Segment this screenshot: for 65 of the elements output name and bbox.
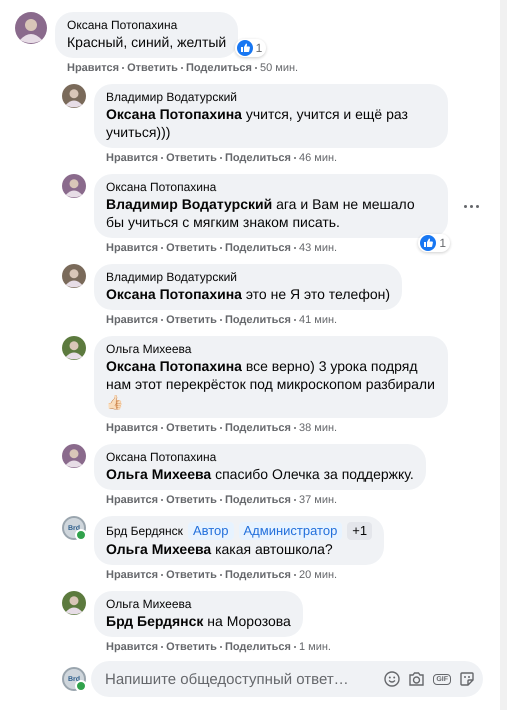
author-name[interactable]: Оксана Потопахина xyxy=(106,180,216,195)
action-link[interactable]: Поделиться xyxy=(224,152,291,164)
author-name[interactable]: Оксана Потопахина xyxy=(106,450,216,465)
action-link[interactable]: Поделиться xyxy=(224,314,291,326)
comment-time[interactable]: 50 мин. xyxy=(260,62,298,74)
avatar-icon[interactable] xyxy=(62,336,86,360)
comment-time[interactable]: 43 мин. xyxy=(298,242,338,254)
comment-text: Оксана Потопахина это не Я это телефон) xyxy=(106,285,390,303)
action-link[interactable]: Ответить xyxy=(166,314,217,326)
action-link[interactable]: Нравится xyxy=(106,494,158,506)
like-icon xyxy=(420,235,436,251)
action-link[interactable]: Поделиться xyxy=(186,62,252,74)
action-link[interactable]: Ответить xyxy=(166,494,217,506)
author-name[interactable]: Ольга Михеева xyxy=(106,342,192,357)
comment-text: Красный, синий, желтый xyxy=(67,33,226,51)
action-link[interactable]: Поделиться xyxy=(224,494,291,506)
avatar-icon[interactable] xyxy=(62,84,86,108)
avatar-icon[interactable] xyxy=(15,12,47,44)
comment-text: Ольга Михеева спасибо Олечка за поддержку. xyxy=(106,465,414,483)
action-link[interactable]: Нравится xyxy=(106,152,158,164)
comment-text: Оксана Потопахина все верно) 3 урока подряд нам этот перекрёсток под микроскопом разбирали 👍🏻 xyxy=(106,357,436,411)
author-name[interactable]: Брд Бердянск xyxy=(106,524,183,538)
action-link[interactable]: Поделиться xyxy=(224,640,291,652)
comment-text: Оксана Потопахина учится, учится и ещё раз учиться))) xyxy=(106,105,409,141)
action-link[interactable]: Поделиться xyxy=(224,422,291,434)
comment-text: Ольга Михеева какая автошкола? xyxy=(106,540,334,558)
reaction-count[interactable]: 1 xyxy=(418,234,450,252)
action-link[interactable]: Нравится xyxy=(106,314,158,326)
comment-time[interactable]: 41 мин. xyxy=(298,314,338,326)
comment-time[interactable]: 38 мин. xyxy=(298,422,338,434)
action-link[interactable]: Нравится xyxy=(106,640,158,652)
comment-time[interactable]: 46 мин. xyxy=(298,152,338,164)
like-icon xyxy=(236,40,253,56)
camera-icon[interactable] xyxy=(408,671,426,687)
emoji-icon[interactable] xyxy=(384,671,400,687)
action-link[interactable]: Нравится xyxy=(106,242,158,254)
action-link[interactable]: Ответить xyxy=(166,242,217,254)
action-link[interactable]: Нравится xyxy=(106,568,158,580)
role-badge: +1 xyxy=(347,522,372,540)
author-name[interactable]: Владимир Водатурский xyxy=(106,270,237,285)
action-link[interactable]: Ответить xyxy=(127,62,178,74)
action-link[interactable]: Ответить xyxy=(166,568,217,580)
role-badge: Автор xyxy=(188,522,234,540)
action-link[interactable]: Ответить xyxy=(166,640,217,652)
comment-text: Брд Бердянск на Морозова xyxy=(106,612,291,630)
comment-time[interactable]: 37 мин. xyxy=(298,494,338,506)
action-link[interactable]: Нравится xyxy=(106,422,158,434)
author-name[interactable]: Оксана Потопахина xyxy=(67,18,178,33)
reaction-count[interactable]: 1 xyxy=(234,39,266,57)
action-link[interactable]: Ответить xyxy=(166,422,217,434)
action-link[interactable]: Ответить xyxy=(166,152,217,164)
avatar-icon[interactable] xyxy=(62,444,86,468)
action-link[interactable]: Нравится xyxy=(67,62,120,74)
author-name[interactable]: Ольга Михеева xyxy=(106,597,192,612)
avatar-icon[interactable] xyxy=(62,264,86,288)
avatar-icon[interactable] xyxy=(62,174,86,198)
comment-time[interactable]: 1 мин. xyxy=(298,640,331,652)
sticker-icon[interactable] xyxy=(459,671,475,687)
avatar-icon[interactable] xyxy=(62,591,86,615)
comment-text: Владимир Водатурский ага и Вам не мешало бы учиться с мягким знаком писать. xyxy=(106,195,416,231)
author-name[interactable]: Владимир Водатурский xyxy=(106,90,237,105)
comment-time[interactable]: 20 мин. xyxy=(298,568,338,580)
action-link[interactable]: Поделиться xyxy=(224,242,291,254)
role-badge: Администратор xyxy=(238,522,342,540)
action-link[interactable]: Поделиться xyxy=(224,568,291,580)
